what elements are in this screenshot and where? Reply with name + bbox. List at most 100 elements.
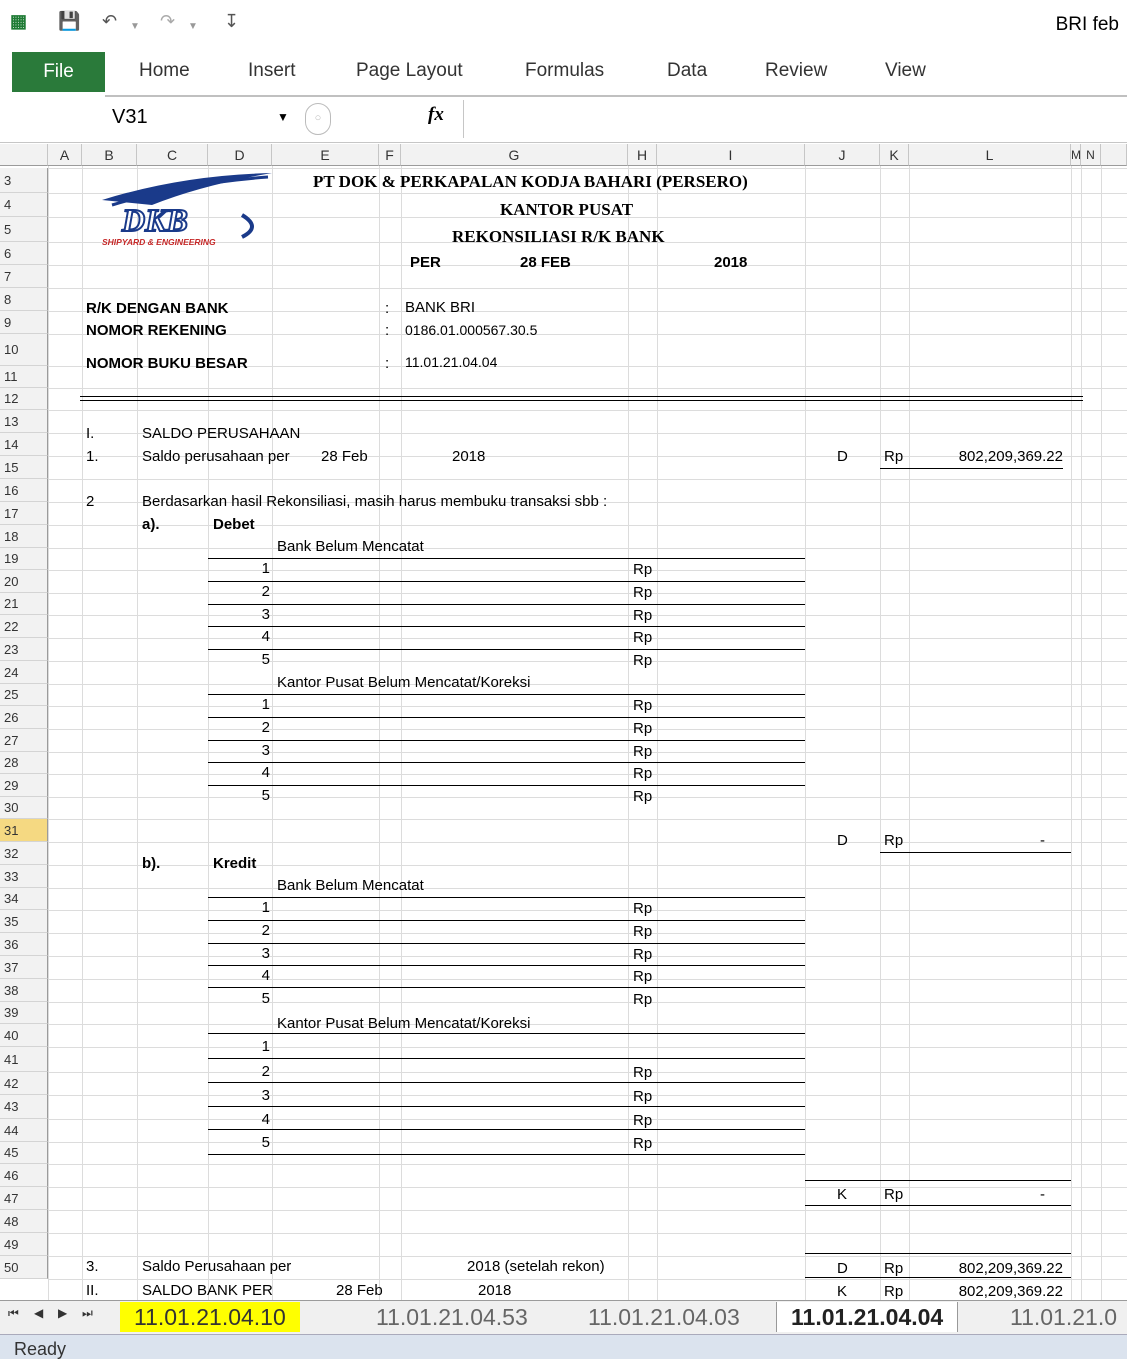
row-header[interactable]: 45 [0, 1142, 48, 1164]
redo-dropdown-icon[interactable]: ▼ [188, 16, 198, 38]
name-box-dropdown-icon[interactable]: ▼ [277, 110, 289, 124]
row-header[interactable]: 11 [0, 366, 48, 388]
column-header-c[interactable]: C [137, 144, 208, 166]
row-header[interactable]: 36 [0, 933, 48, 956]
undo-dropdown-icon[interactable]: ▼ [130, 16, 140, 38]
redo-icon[interactable]: ↷ [160, 10, 175, 32]
row-header[interactable]: 44 [0, 1119, 48, 1142]
column-header-h[interactable]: H [628, 144, 657, 166]
row-header[interactable]: 28 [0, 752, 48, 774]
row-header[interactable]: 19 [0, 548, 48, 570]
row-header[interactable]: 42 [0, 1072, 48, 1095]
row-header[interactable]: 39 [0, 1002, 48, 1024]
row-header[interactable]: 37 [0, 956, 48, 979]
gridline-horizontal [48, 525, 1127, 526]
sheet-tab-2[interactable]: 11.01.21.04.53 [362, 1302, 542, 1332]
row-header[interactable]: 27 [0, 729, 48, 752]
column-header-k[interactable]: K [880, 144, 909, 166]
next-sheet-icon[interactable]: ▶ [58, 1306, 67, 1320]
row-header[interactable]: 5 [0, 217, 48, 242]
row-header[interactable]: 15 [0, 456, 48, 479]
save-icon[interactable]: 💾 [58, 10, 80, 32]
row-header[interactable]: 24 [0, 661, 48, 684]
row-header[interactable]: 25 [0, 684, 48, 706]
prev-sheet-icon[interactable]: ◀ [34, 1306, 43, 1320]
row-header[interactable]: 10 [0, 334, 48, 366]
formula-bar-expand-icon[interactable]: ○ [305, 103, 331, 135]
column-header-l[interactable]: L [909, 144, 1071, 166]
row-header[interactable]: 32 [0, 842, 48, 865]
column-header-j[interactable]: J [805, 144, 880, 166]
row-header[interactable]: 13 [0, 410, 48, 433]
row-header[interactable]: 31 [0, 819, 48, 842]
row-header[interactable]: 38 [0, 979, 48, 1002]
column-header-a[interactable]: A [48, 144, 82, 166]
row-header[interactable]: 12 [0, 388, 48, 410]
column-header-f[interactable]: F [379, 144, 401, 166]
row-header[interactable]: 14 [0, 433, 48, 456]
gridline-vertical [909, 166, 910, 1300]
tab-data[interactable]: Data [667, 60, 707, 82]
kredit-kp-item-number: 4 [261, 1111, 270, 1128]
spreadsheet-grid[interactable]: A B C D E F G H I J K L M N 3 4 5 6 7 8 9 10 11 1… [0, 144, 1127, 1300]
row-header[interactable]: 30 [0, 797, 48, 819]
row-header[interactable]: 6 [0, 242, 48, 265]
first-sheet-icon[interactable]: ⏮ [8, 1306, 19, 1321]
sheet-tab-3[interactable]: 11.01.21.04.03 [574, 1302, 754, 1332]
tab-home[interactable]: Home [139, 60, 190, 82]
column-header-b[interactable]: B [82, 144, 137, 166]
tab-formulas[interactable]: Formulas [525, 60, 604, 82]
tab-review[interactable]: Review [765, 60, 827, 82]
row-header[interactable]: 18 [0, 525, 48, 548]
row-header[interactable]: 35 [0, 910, 48, 933]
row-header[interactable]: 17 [0, 502, 48, 525]
column-header-i[interactable]: I [657, 144, 805, 166]
column-header-e[interactable]: E [272, 144, 379, 166]
debet-label: a). [142, 516, 160, 533]
row-header[interactable]: 33 [0, 865, 48, 888]
sheet-tab-5[interactable]: 11.01.21.0 [996, 1302, 1127, 1332]
debet-bank-rp-label: Rp [633, 652, 653, 669]
insert-function-icon[interactable]: fx [428, 104, 444, 126]
row-header[interactable]: 34 [0, 888, 48, 910]
row-header[interactable]: 9 [0, 311, 48, 334]
row-header[interactable]: 23 [0, 638, 48, 661]
row-header[interactable]: 3 [0, 168, 48, 193]
row-header[interactable]: 22 [0, 615, 48, 638]
tab-page-layout[interactable]: Page Layout [356, 60, 463, 82]
row-header[interactable]: 29 [0, 774, 48, 797]
column-header-g[interactable]: G [401, 144, 628, 166]
row-header[interactable]: 16 [0, 479, 48, 502]
name-box[interactable]: V31 [112, 106, 148, 129]
tab-file[interactable]: File [12, 52, 105, 92]
row-header[interactable]: 41 [0, 1047, 48, 1072]
row-header[interactable]: 46 [0, 1164, 48, 1187]
last-sheet-icon[interactable]: ⏭ [82, 1306, 93, 1321]
row-header[interactable]: 20 [0, 570, 48, 593]
row-header[interactable]: 43 [0, 1095, 48, 1119]
row-header[interactable]: 26 [0, 706, 48, 729]
row-header[interactable]: 7 [0, 265, 48, 288]
debet-bank-item-number: 4 [261, 628, 270, 645]
ledger-colon: : [385, 355, 390, 372]
customize-toolbar-icon[interactable]: ↧ [224, 10, 239, 32]
tab-insert[interactable]: Insert [248, 60, 296, 82]
select-all-corner[interactable] [0, 144, 48, 166]
row-header[interactable]: 48 [0, 1210, 48, 1233]
row-header[interactable]: 47 [0, 1187, 48, 1210]
column-header-n[interactable]: N [1081, 144, 1101, 166]
undo-icon[interactable]: ↶ [102, 10, 117, 32]
kredit-bank-rp-label: Rp [633, 968, 653, 985]
sheet-tab-1[interactable]: 11.01.21.04.10 [120, 1302, 300, 1332]
row-header[interactable]: 4 [0, 193, 48, 217]
gridline-horizontal [48, 1024, 1127, 1025]
row-header[interactable]: 49 [0, 1233, 48, 1256]
column-header-m[interactable]: M [1071, 144, 1081, 166]
row-header[interactable]: 50 [0, 1256, 48, 1279]
row-header[interactable]: 8 [0, 288, 48, 311]
sheet-tab-active[interactable]: 11.01.21.04.04 [776, 1302, 959, 1332]
tab-view[interactable]: View [885, 60, 926, 82]
column-header-d[interactable]: D [208, 144, 272, 166]
row-header[interactable]: 21 [0, 593, 48, 615]
row-header[interactable]: 40 [0, 1024, 48, 1047]
